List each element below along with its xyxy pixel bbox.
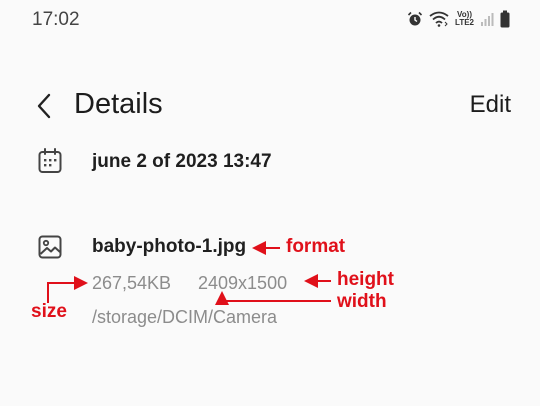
file-path[interactable]: /storage/DCIM/Camera [92, 307, 277, 328]
page-title: Details [74, 88, 163, 120]
alarm-icon [407, 11, 423, 27]
size-arrow [47, 276, 88, 303]
file-resolution: 2409x1500 [198, 273, 288, 293]
annotation-width: width [337, 291, 387, 312]
lte2-label: LTE2 [455, 18, 474, 27]
battery-icon [500, 10, 510, 28]
chevron-left-icon [37, 93, 51, 119]
back-button[interactable] [34, 92, 56, 120]
file-name: baby-photo-1.jpg [92, 236, 247, 257]
signal-icon [480, 11, 494, 27]
annotation-arrows [47, 241, 331, 305]
wifi-icon [429, 11, 449, 27]
annotation-height: height [337, 269, 394, 290]
file-size: 267,54KB [92, 273, 172, 293]
width-arrow [215, 291, 331, 305]
annotation-format: format [286, 236, 346, 257]
volte-lte2-icon: Vo)) LTE2 [455, 11, 474, 27]
status-time: 17:02 [32, 9, 80, 30]
status-icons: Vo)) LTE2 [407, 10, 510, 28]
image-icon [38, 235, 62, 264]
annotation-size: size [31, 301, 67, 322]
edit-button[interactable]: Edit [470, 91, 511, 119]
date-taken: june 2 of 2023 13:47 [92, 151, 272, 172]
calendar-icon [38, 148, 62, 179]
